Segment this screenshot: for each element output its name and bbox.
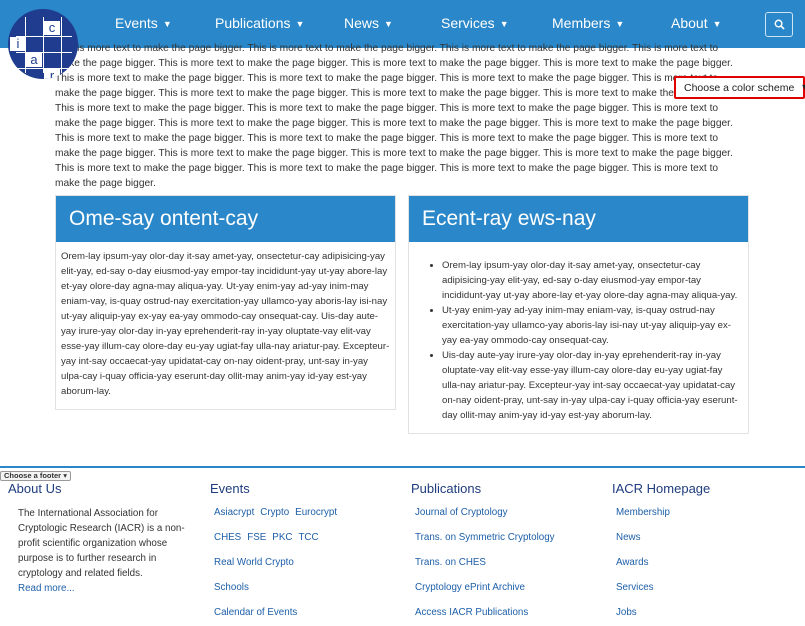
nav-publications[interactable]: Publications ▼: [215, 15, 304, 31]
footer-link-journal[interactable]: Journal of Cryptology: [411, 505, 555, 530]
nav-members[interactable]: Members ▼: [552, 15, 624, 31]
footer-link-eprint[interactable]: Cryptology ePrint Archive: [411, 580, 555, 605]
footer-events: Events Asiacrypt Crypto Eurocrypt CHES FSE P…: [210, 481, 343, 626]
caret-down-icon: ▼: [499, 19, 509, 29]
footer-about-heading: About Us: [8, 481, 62, 496]
content-card-title: Ome-say ontent-cay: [56, 196, 395, 242]
footer-link-pkc[interactable]: PKC: [272, 532, 292, 543]
nav-publications-label: Publications: [215, 15, 291, 31]
nav-members-label: Members: [552, 15, 611, 31]
footer-events-row: Asiacrypt Crypto Eurocrypt: [210, 505, 343, 530]
footer-homepage-heading: IACR Homepage: [612, 481, 711, 496]
nav-news[interactable]: News ▼: [344, 15, 393, 31]
color-scheme-dropdown[interactable]: Choose a color scheme ▼: [674, 76, 805, 99]
color-scheme-label: Choose a color scheme: [684, 82, 795, 94]
footer-link-access-publications[interactable]: Access IACR Publications: [411, 605, 555, 626]
footer-about: About Us The International Association f…: [8, 481, 188, 596]
footer-link-eurocrypt[interactable]: Eurocrypt: [295, 507, 337, 518]
news-item: Orem-lay ipsum-yay olor-day it-say amet-…: [442, 258, 743, 303]
footer-events-row: CHES FSE PKC TCC: [210, 530, 343, 555]
footer-selector[interactable]: Choose a footer ▾: [0, 471, 71, 481]
footer-link-crypto[interactable]: Crypto: [260, 507, 289, 518]
content-card: Ome-say ontent-cay Orem-lay ipsum-yay ol…: [55, 195, 396, 410]
footer-link-calendar[interactable]: Calendar of Events: [214, 607, 297, 618]
read-more-link[interactable]: Read more...: [18, 583, 75, 594]
news-list: Orem-lay ipsum-yay olor-day it-say amet-…: [414, 249, 743, 423]
logo-letter-i: i: [10, 37, 26, 51]
footer-selector-label: Choose a footer: [4, 471, 62, 480]
news-card-body: Orem-lay ipsum-yay olor-day it-say amet-…: [409, 242, 748, 433]
footer-link-schools[interactable]: Schools: [214, 582, 249, 593]
footer-link-news[interactable]: News: [612, 530, 710, 555]
intro-text: This is more text to make the page bigge…: [55, 43, 733, 189]
footer-events-heading: Events: [210, 481, 250, 496]
footer-link-tches[interactable]: Trans. on CHES: [411, 555, 555, 580]
nav-events-label: Events: [115, 15, 158, 31]
footer-link-tosc[interactable]: Trans. on Symmetric Cryptology: [411, 530, 555, 555]
footer-link-jobs[interactable]: Jobs: [612, 605, 710, 626]
iacr-logo[interactable]: c i a r: [8, 9, 78, 79]
logo-grid: c i a r: [10, 17, 72, 79]
footer-publications: Publications Journal of Cryptology Trans…: [411, 481, 555, 626]
news-item: Ut-yay enim-yay ad-yay inim-may eniam-va…: [442, 303, 743, 348]
footer-events-row: Real World Crypto: [210, 555, 343, 580]
news-card-title: Ecent-ray ews-nay: [409, 196, 748, 242]
search-button[interactable]: [765, 12, 793, 37]
footer-publications-heading: Publications: [411, 481, 482, 496]
nav-services[interactable]: Services ▼: [441, 15, 509, 31]
news-card: Ecent-ray ews-nay Orem-lay ipsum-yay olo…: [408, 195, 749, 434]
caret-down-icon: ▼: [384, 19, 393, 29]
caret-down-icon: ▾: [63, 471, 67, 480]
footer-link-membership[interactable]: Membership: [612, 505, 710, 530]
footer-link-services[interactable]: Services: [612, 580, 710, 605]
nav-about-label: About: [671, 15, 708, 31]
footer-events-row: Schools: [210, 580, 343, 605]
footer-about-text: The International Association for Crypto…: [8, 506, 188, 596]
caret-down-icon: ▼: [615, 19, 625, 29]
footer-events-row: Calendar of Events: [210, 605, 343, 626]
search-icon: [774, 19, 785, 30]
caret-down-icon: ▼: [712, 19, 722, 29]
nav-services-label: Services: [441, 15, 495, 31]
logo-letter-r: r: [44, 69, 60, 79]
footer-link-awards[interactable]: Awards: [612, 555, 710, 580]
nav-about[interactable]: About ▼: [671, 15, 722, 31]
footer-link-ches[interactable]: CHES: [214, 532, 241, 543]
caret-down-icon: ▼: [162, 19, 172, 29]
content-card-body: Orem-lay ipsum-yay olor-day it-say amet-…: [61, 251, 390, 397]
nav-events[interactable]: Events ▼: [115, 15, 172, 31]
nav-news-label: News: [344, 15, 380, 31]
caret-down-icon: ▼: [295, 19, 305, 29]
about-description: The International Association for Crypto…: [18, 508, 185, 579]
logo-letter-c: c: [44, 21, 60, 35]
logo-letter-a: a: [26, 53, 42, 67]
footer-link-rwc[interactable]: Real World Crypto: [214, 557, 294, 568]
footer-link-tcc[interactable]: TCC: [298, 532, 318, 543]
footer-homepage: IACR Homepage Membership News Awards Ser…: [612, 481, 710, 626]
news-item: Uis-day aute-yay irure-yay olor-day in-y…: [442, 348, 743, 423]
footer-link-asiacrypt[interactable]: Asiacrypt: [214, 507, 254, 518]
footer-link-fse[interactable]: FSE: [247, 532, 266, 543]
footer-divider: [0, 466, 805, 468]
caret-down-icon: ▼: [800, 82, 805, 92]
